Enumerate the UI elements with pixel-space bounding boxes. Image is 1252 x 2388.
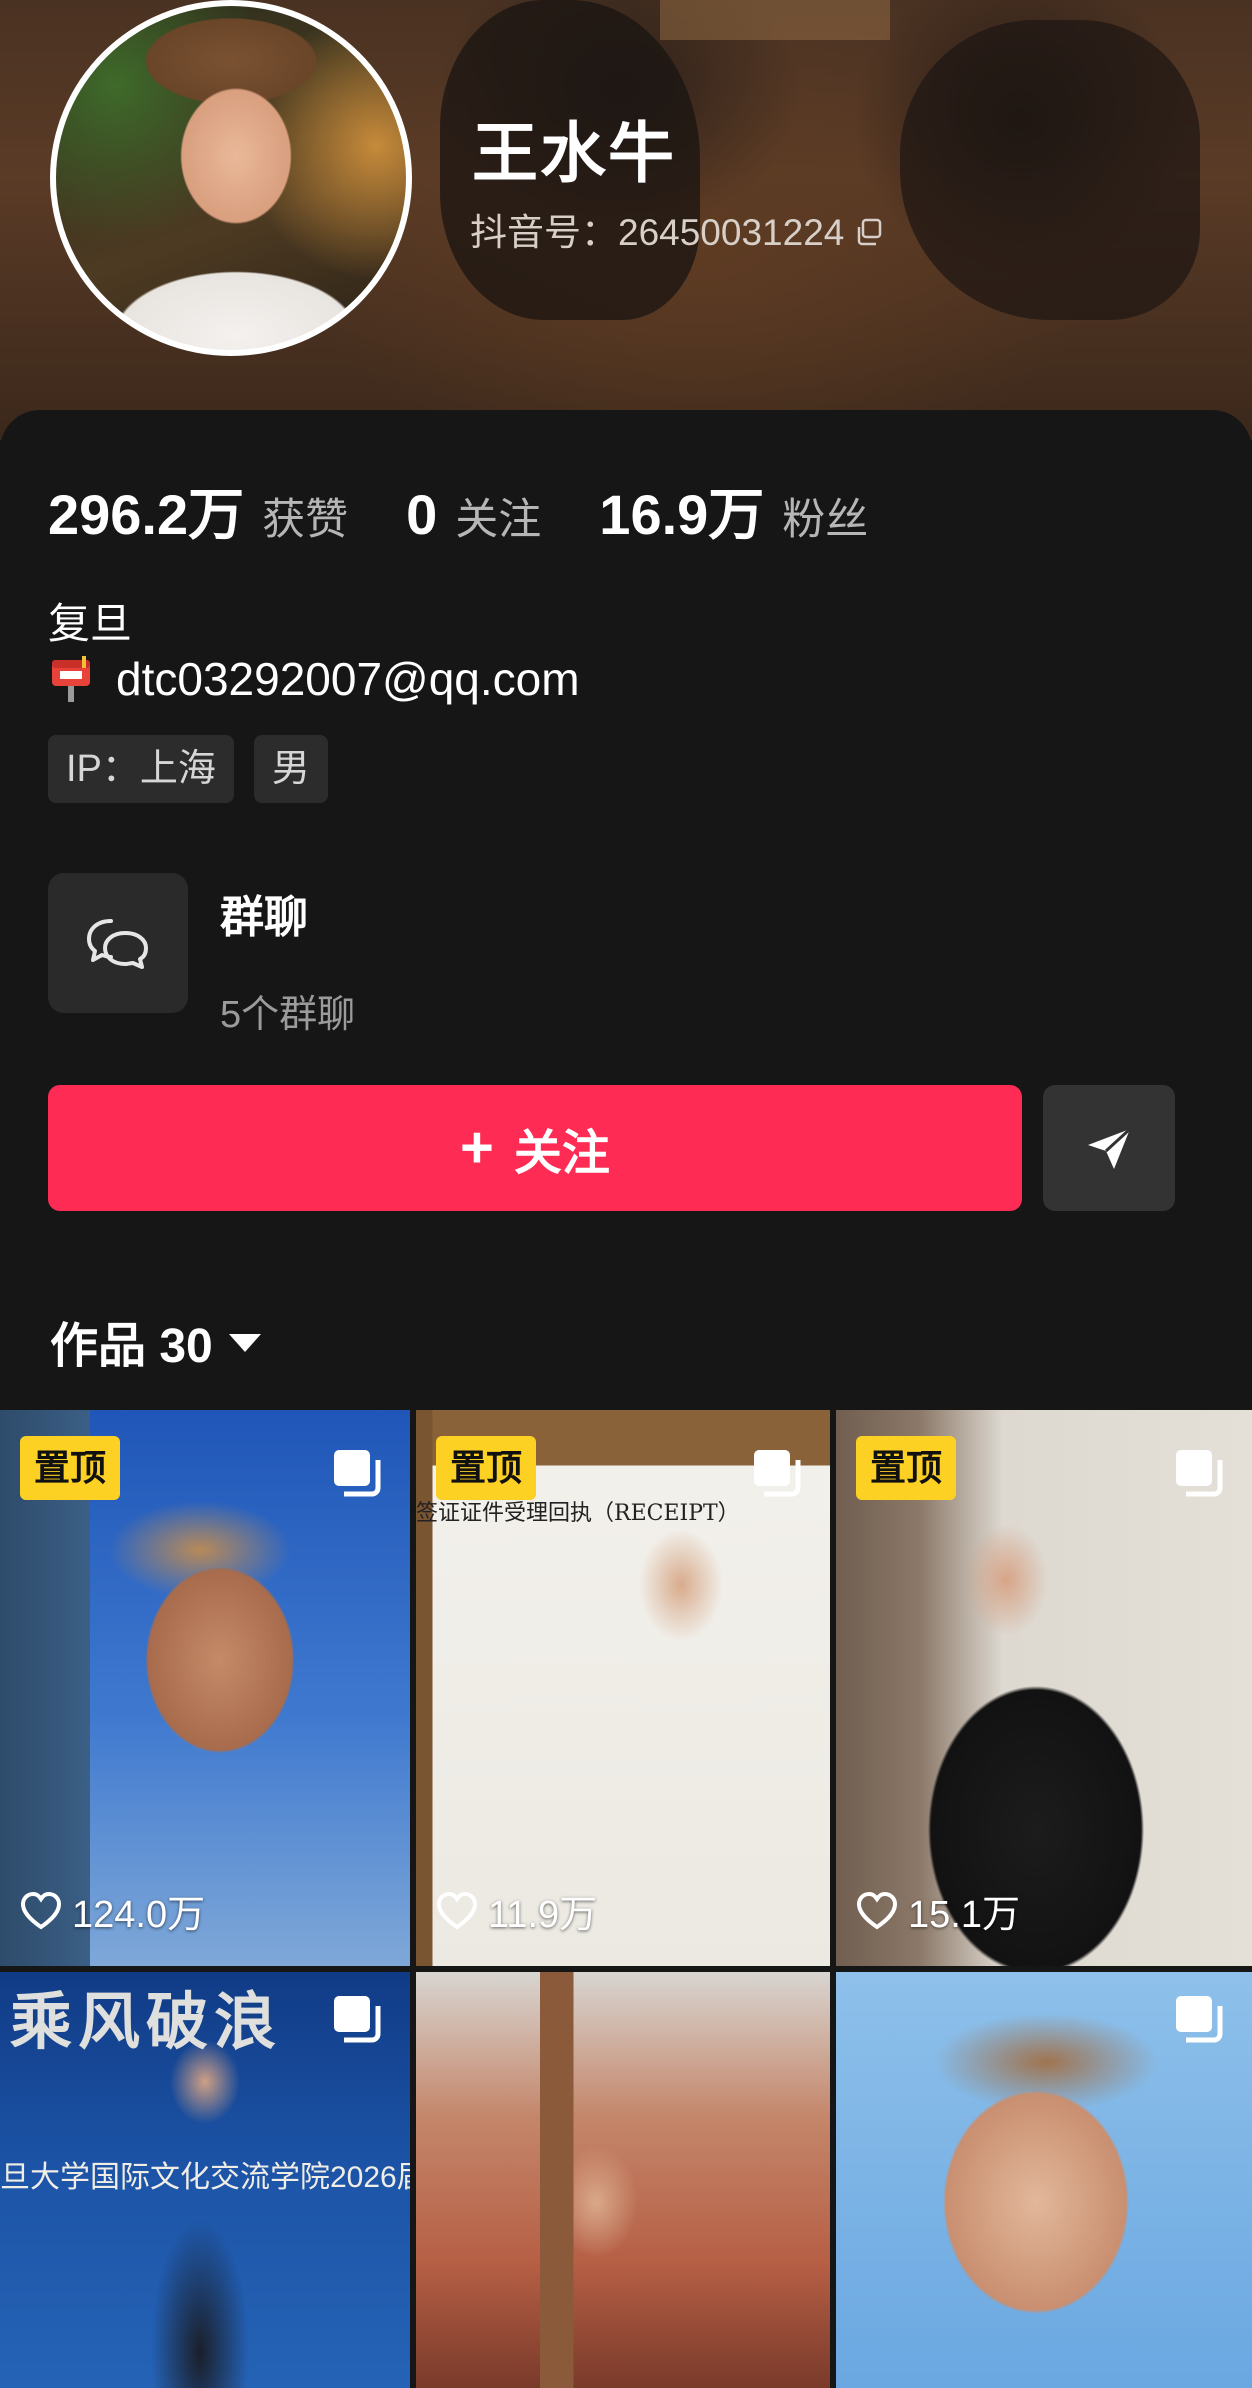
group-chat-title: 群聊 [220,893,308,942]
email-text[interactable]: dtc03292007@qq.com [116,652,580,706]
works-label: 作品 30 [50,1320,213,1373]
banner-subtitle: 旦大学国际文化交流学院2026届毕业 [0,2161,410,2194]
avatar[interactable] [50,0,412,356]
video-tile[interactable]: 置顶 15.1万 [836,1410,1252,1966]
multi-image-icon [334,1450,381,1497]
like-count-text: 124.0万 [72,1894,206,1936]
multi-image-icon [1176,1996,1223,2043]
heart-icon [20,1891,62,1929]
stat-following[interactable]: 0 关注 [406,482,541,547]
send-icon [1088,1127,1132,1169]
stat-label: 关注 [455,496,542,544]
like-count-text: 11.9万 [488,1894,598,1936]
video-grid: 置顶 124.0万 签证证件受理回执（RECEIPT） 置顶 11.9万 置顶 … [0,1410,1252,2388]
like-count-text: 15.1万 [908,1894,1020,1936]
plus-icon: + [460,1115,494,1180]
group-chat-entry[interactable]: 群聊 5个群聊 [48,873,355,1038]
group-chat-icon [48,873,188,1013]
stat-likes[interactable]: 296.2万 获赞 [48,470,348,551]
multi-image-icon [1176,1450,1223,1497]
video-tile[interactable] [836,1972,1252,2388]
douyin-id-text: 抖音号：26450031224 [470,212,845,253]
stat-value: 296.2万 [48,483,245,546]
heart-icon [436,1891,478,1929]
multi-image-icon [334,1996,381,2043]
group-chat-count: 5个群聊 [220,994,356,1036]
stats-row: 296.2万 获赞 0 关注 16.9万 粉丝 [48,470,926,551]
stat-value: 0 [406,483,438,546]
stat-value: 16.9万 [599,483,765,546]
multi-image-icon [754,1450,801,1497]
douyin-id: 抖音号：26450031224 [470,202,884,256]
email-row: dtc03292007@qq.com [48,652,580,706]
tag-ip: IP：上海 [48,735,234,803]
video-tile[interactable]: 乘风破浪 旦大学国际文化交流学院2026届毕业 [0,1972,410,2388]
stat-label: 粉丝 [782,496,869,544]
like-count: 15.1万 [856,1883,1020,1938]
video-tile[interactable]: 置顶 124.0万 [0,1410,410,1966]
stat-followers[interactable]: 16.9万 粉丝 [599,470,868,551]
mailbox-icon [48,654,94,704]
like-count: 11.9万 [436,1883,597,1938]
bio-text: 复旦 [48,600,133,647]
follow-button[interactable]: + 关注 [48,1085,1022,1211]
stat-label: 获赞 [262,496,349,544]
tag-gender: 男 [253,735,328,803]
tab-works[interactable]: 作品 30 [50,1306,261,1376]
tag-list: IP：上海 男 [48,735,328,803]
username: 王水牛 [472,116,676,190]
pinned-badge: 置顶 [436,1436,537,1500]
share-button[interactable] [1043,1085,1175,1211]
like-count: 124.0万 [20,1883,205,1938]
video-tile[interactable]: 签证证件受理回执（RECEIPT） 置顶 11.9万 [416,1410,830,1966]
follow-label: 关注 [513,1127,610,1180]
video-tile[interactable] [416,1972,830,2388]
pinned-badge: 置顶 [856,1436,957,1500]
pinned-badge: 置顶 [20,1436,121,1500]
caret-down-icon [228,1334,261,1352]
heart-icon [856,1891,898,1929]
copy-icon[interactable] [854,214,884,246]
banner-text: 乘风破浪 [10,1985,283,2058]
